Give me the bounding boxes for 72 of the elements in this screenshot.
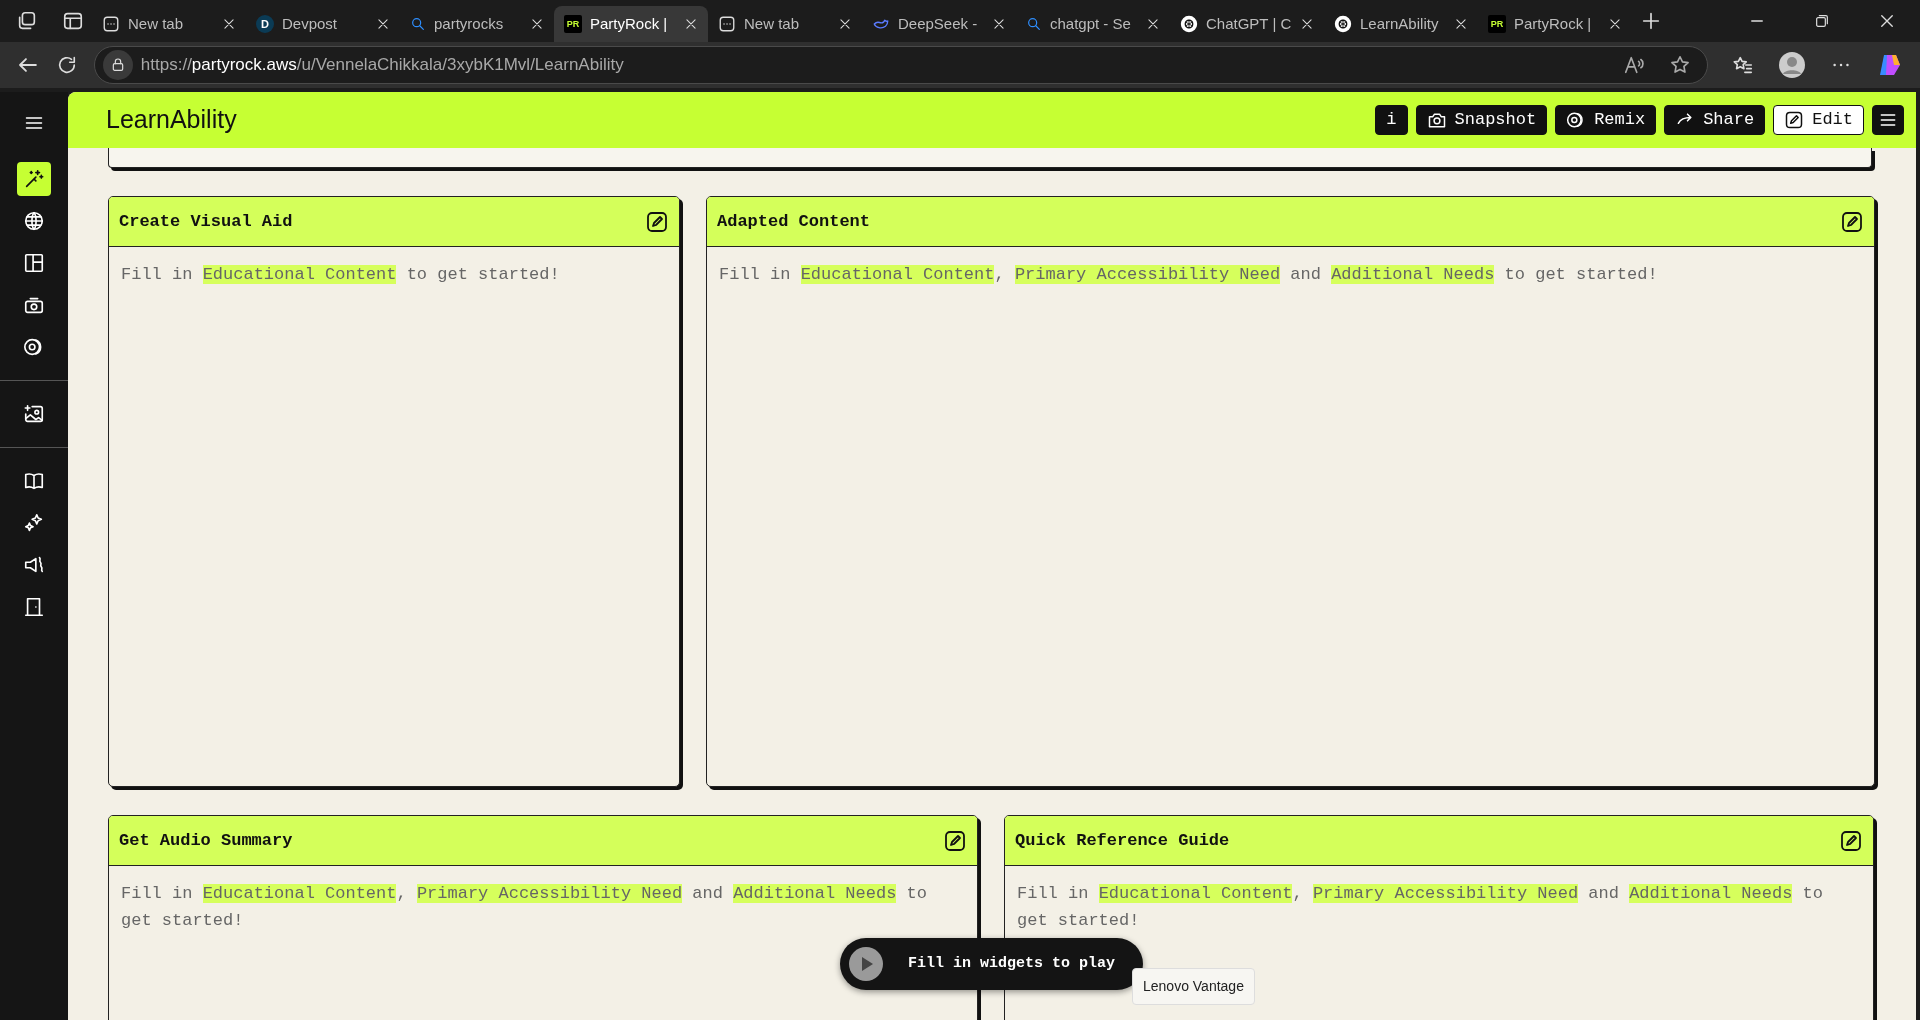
close-icon[interactable] [1454,17,1468,31]
new-tab-icon [102,15,120,33]
browser-tab[interactable]: DeepSeek - [862,6,1016,42]
close-icon[interactable] [1878,12,1896,30]
menu-button[interactable] [1872,105,1904,135]
camera-button[interactable]: Snapshot [1415,105,1548,135]
favorites-icon[interactable] [1732,54,1754,76]
widget-prompt: Fill in Educational Content, Primary Accessibility Need and Additional Needs to get started! [1016,883,1824,932]
close-icon[interactable] [684,17,698,31]
camera-icon [1426,110,1447,130]
sidebar-item[interactable] [17,162,51,196]
close-icon[interactable] [1300,17,1314,31]
new-tab-plus-icon[interactable] [1640,10,1662,32]
search-icon [410,16,426,32]
close-icon[interactable] [222,17,236,31]
swirl-logo-icon [1334,15,1352,33]
magic-wand-icon [23,168,45,190]
sidebar-toggle-icon[interactable] [62,10,84,32]
browser-tab[interactable]: D Devpost [246,6,400,42]
widget-title: Get Audio Summary [119,829,293,852]
widget-prompt: Fill in Educational Content to get started! [120,264,561,286]
browser-tab[interactable]: chatgpt - Se [1016,6,1170,42]
close-icon[interactable] [1608,17,1622,31]
info-button[interactable]: i [1375,105,1408,135]
url-text: https://partyrock.aws/u/VennelaChikkala/3xybK1Mvl/LearnAbility [140,54,624,77]
browser-tab[interactable]: New tab [708,6,862,42]
globe-icon [23,210,45,232]
tooltip: Lenovo Vantage [1132,968,1255,1005]
pencil-square-icon [1784,110,1805,130]
widget-prompt: Fill in Educational Content, Primary Accessibility Need and Additional Needs to get started! [718,264,1659,286]
site-logo: D [256,15,274,33]
read-aloud-icon[interactable] [1623,54,1645,76]
browser-tab[interactable]: ChatGPT | C [1170,6,1324,42]
share-button[interactable]: Share [1664,105,1766,135]
widget-title: Create Visual Aid [119,210,293,233]
workspaces-icon[interactable] [16,10,38,32]
browser-tab[interactable]: LearnAbility [1324,6,1478,42]
app-title: LearnAbility [106,104,237,136]
new-tab-icon [718,15,736,33]
search-icon [1026,16,1042,32]
door-icon [23,596,45,618]
browser-tab[interactable]: partyrocks [400,6,554,42]
browser-tab[interactable]: PR PartyRock | [1478,6,1632,42]
edit-icon[interactable] [1839,828,1863,853]
swirl-logo-icon [1180,15,1198,33]
widget-title: Quick Reference Guide [1015,829,1230,852]
widget-title: Adapted Content [717,210,871,233]
open-book-icon [23,470,45,492]
remix-button[interactable]: Remix [1555,105,1657,135]
layout-icon [23,252,45,274]
site-logo: PR [564,15,582,33]
profile-avatar-icon[interactable] [1778,51,1806,79]
edit-icon[interactable] [645,209,669,234]
edit-icon[interactable] [1840,209,1864,234]
site-logo: PR [1488,15,1506,33]
play-button-icon[interactable] [848,946,884,982]
close-icon[interactable] [992,17,1006,31]
address-bar[interactable]: https://partyrock.aws/u/VennelaChikkala/3xybK1Mvl/LearnAbility [93,46,1708,84]
sparkles-icon [23,512,45,534]
favorite-star-icon[interactable] [1669,54,1691,76]
close-icon[interactable] [376,17,390,31]
restore-icon[interactable] [1814,13,1830,29]
edit-button[interactable]: Edit [1773,105,1864,135]
close-icon[interactable] [838,17,852,31]
edit-icon[interactable] [943,828,967,853]
player-label: Fill in widgets to play [908,953,1116,974]
close-icon[interactable] [530,17,544,31]
image-sparkle-icon [23,403,45,425]
close-icon[interactable] [1146,17,1160,31]
widget-prompt: Fill in Educational Content, Primary Accessibility Need and Additional Needs to get started! [120,883,928,932]
browser-tab[interactable]: New tab [92,6,246,42]
browser-tab[interactable]: PR PartyRock | [554,6,708,42]
